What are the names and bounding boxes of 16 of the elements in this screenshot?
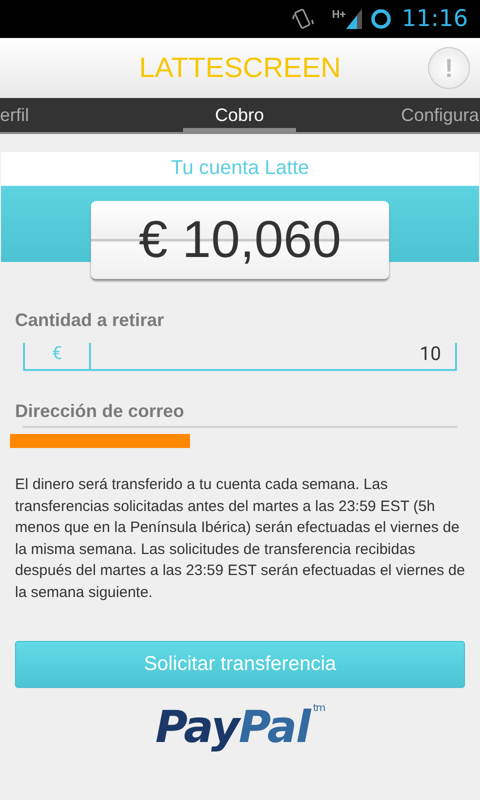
vibrate-icon (292, 7, 314, 31)
amount-field[interactable]: 10 (90, 343, 457, 371)
app-title: LATTESCREEN (139, 52, 341, 84)
tab[interactable]: Cobro (183, 98, 296, 132)
sync-ring-icon (370, 8, 392, 30)
clock: 11:16 (402, 6, 468, 32)
field-label: Cantidad a retirar (15, 310, 166, 331)
notice-text: El dinero será transferido a tu cuenta cada semana. Las transferencias solicitadas antes del martes a las 23:59 EST (5h menos que en la Península Ibérica) serán efectuadas el viernes de la misma semana. Las solicitudes de transferencia recibidas después del martes a las 23:59 EST serán efectuadas el viernes de la semana siguiente. (15, 475, 465, 602)
paypal-logo: PayPal$^{tm}$ (155, 702, 325, 754)
tab[interactable]: Configura (401, 98, 480, 132)
network-type: H+ (332, 9, 346, 21)
field-label: Dirección de correo (15, 401, 186, 422)
balance-counter: € 10,060 (91, 201, 389, 279)
signal-icon (346, 9, 362, 29)
account-title: Tu cuenta Latte (1, 152, 479, 185)
tab[interactable]: erfil (0, 98, 60, 132)
